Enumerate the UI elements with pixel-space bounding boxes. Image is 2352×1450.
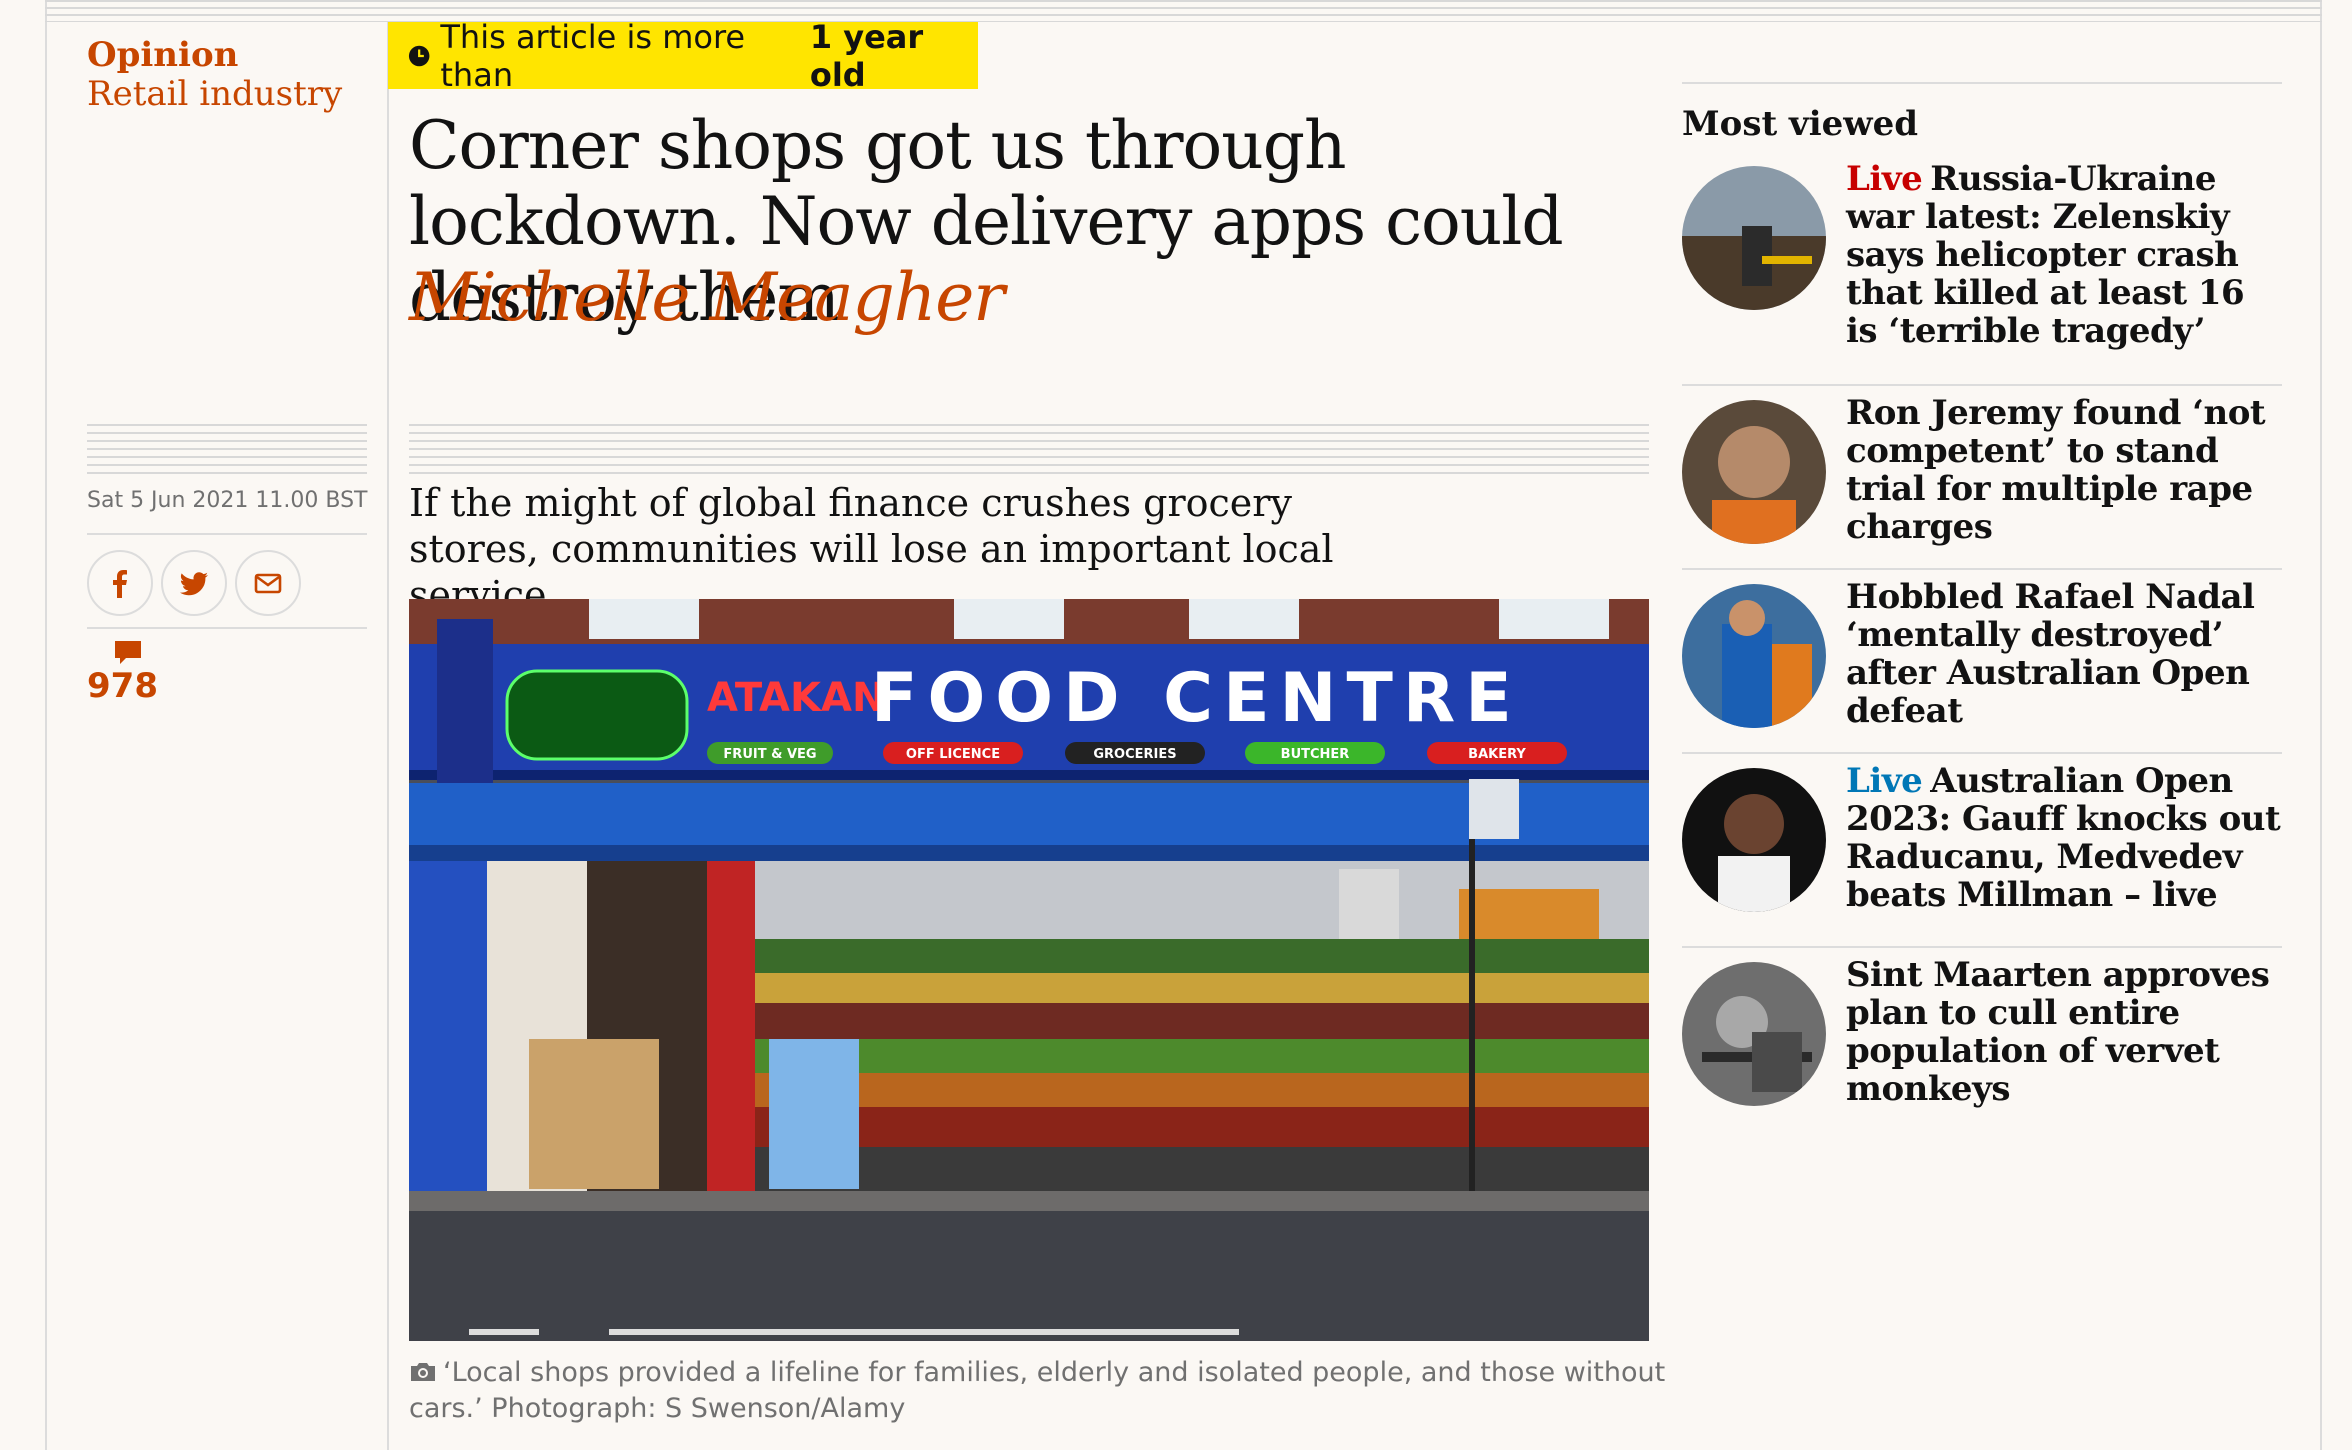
most-viewed-headline: Live Australian Open 2023: Gauff knocks o… bbox=[1846, 762, 2286, 914]
section-kicker: Opinion Retail industry bbox=[87, 36, 342, 114]
standfirst-rules bbox=[409, 424, 1649, 480]
series-link[interactable]: Retail industry bbox=[87, 74, 342, 114]
photo-pill: FRUIT & VEG bbox=[723, 747, 816, 762]
clock-icon bbox=[408, 45, 430, 66]
shop-photo: ATAKAN FOOD CENTRE FRUIT & VEG OFF LICEN… bbox=[409, 599, 1649, 1341]
live-kicker: Live bbox=[1846, 159, 1923, 199]
email-icon bbox=[254, 573, 282, 594]
meta-rules bbox=[87, 424, 367, 480]
age-warning-age: 1 year old bbox=[809, 17, 924, 94]
most-viewed-top-rule bbox=[1682, 82, 2282, 84]
most-viewed-headline: Ron Jeremy found ‘not competent’ to stan… bbox=[1846, 394, 2286, 546]
comment-icon[interactable] bbox=[112, 637, 144, 669]
most-viewed-heading: Most viewed bbox=[1682, 104, 1918, 144]
most-viewed-divider bbox=[1682, 384, 2282, 386]
most-viewed-title: Sint Maarten approves plan to cull entir… bbox=[1846, 955, 2270, 1109]
share-facebook-button[interactable] bbox=[87, 550, 153, 616]
share-buttons bbox=[87, 550, 301, 616]
most-viewed-thumbnail bbox=[1682, 166, 1826, 310]
age-warning-banner: This article is more than 1 year old bbox=[388, 18, 978, 94]
photo-pill: BAKERY bbox=[1468, 747, 1526, 762]
most-viewed-thumbnail bbox=[1682, 400, 1826, 544]
most-viewed-headline: Live Russia-Ukraine war latest: Zelenskiy… bbox=[1846, 160, 2286, 350]
photo-store-name: ATAKAN bbox=[707, 675, 885, 721]
top-rules bbox=[45, 0, 2322, 22]
photo-sign-text: FOOD CENTRE bbox=[871, 659, 1522, 738]
most-viewed-thumbnail bbox=[1682, 584, 1826, 728]
pillar-link[interactable]: Opinion bbox=[87, 36, 342, 74]
twitter-icon bbox=[180, 572, 208, 596]
most-viewed-title: Hobbled Rafael Nadal ‘mentally destroyed… bbox=[1846, 577, 2255, 731]
most-viewed-headline: Hobbled Rafael Nadal ‘mentally destroyed… bbox=[1846, 578, 2286, 730]
most-viewed-headline: Sint Maarten approves plan to cull entir… bbox=[1846, 956, 2286, 1108]
most-viewed-thumbnail bbox=[1682, 962, 1826, 1106]
most-viewed-divider bbox=[1682, 568, 2282, 570]
most-viewed-divider bbox=[1682, 752, 2282, 754]
meta-divider bbox=[87, 533, 367, 535]
most-viewed-thumbnail bbox=[1682, 768, 1826, 912]
standfirst: If the might of global finance crushes g… bbox=[409, 481, 1334, 617]
most-viewed-divider bbox=[1682, 946, 2282, 948]
author-byline[interactable]: Michelle Meagher bbox=[409, 260, 1005, 336]
dateline: Sat 5 Jun 2021 11.00 BST bbox=[87, 488, 368, 513]
share-email-button[interactable] bbox=[235, 550, 301, 616]
photo-pill: OFF LICENCE bbox=[906, 747, 1000, 762]
image-caption: ‘Local shops provided a lifeline for fam… bbox=[409, 1355, 1669, 1427]
share-twitter-button[interactable] bbox=[161, 550, 227, 616]
comment-count[interactable]: 978 bbox=[87, 666, 158, 706]
camera-icon bbox=[411, 1363, 435, 1381]
facebook-icon bbox=[113, 570, 127, 598]
live-kicker: Live bbox=[1846, 761, 1923, 801]
photo-pill: GROCERIES bbox=[1093, 747, 1176, 762]
column-divider bbox=[387, 22, 389, 1450]
article-main-image: ATAKAN FOOD CENTRE FRUIT & VEG OFF LICEN… bbox=[409, 599, 1649, 1341]
caption-text: ‘Local shops provided a lifeline for fam… bbox=[409, 1357, 1666, 1424]
page-frame-right bbox=[2320, 0, 2322, 1450]
most-viewed-title: Ron Jeremy found ‘not competent’ to stan… bbox=[1846, 393, 2266, 547]
age-warning-prefix: This article is more than bbox=[440, 17, 746, 94]
photo-pill: BUTCHER bbox=[1281, 747, 1350, 762]
share-divider bbox=[87, 627, 367, 629]
page-frame-left bbox=[45, 0, 47, 1450]
